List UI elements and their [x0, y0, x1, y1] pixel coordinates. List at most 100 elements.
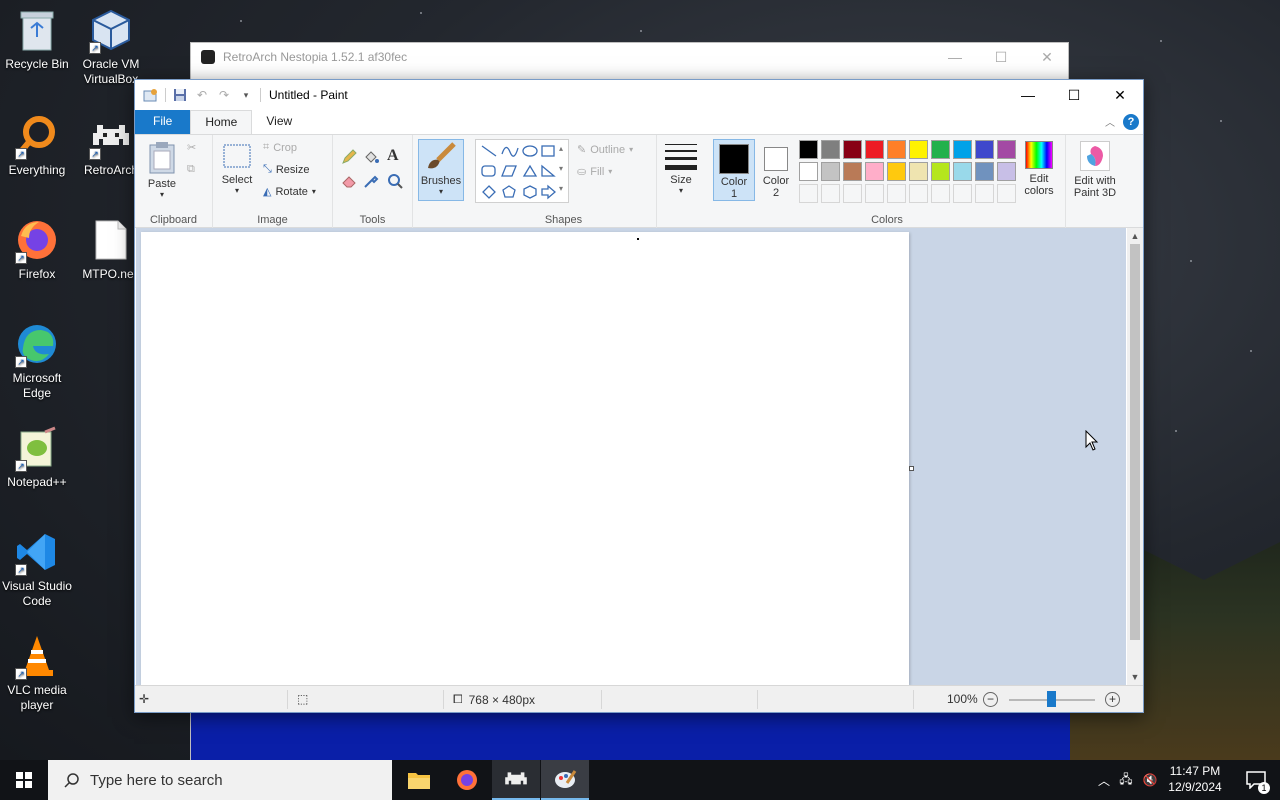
pencil-icon[interactable]	[341, 149, 357, 165]
palette-swatch[interactable]	[909, 140, 928, 159]
paint-minimize-button[interactable]: —	[1005, 80, 1051, 110]
desktop-icon-recycle-bin[interactable]: Recycle Bin	[0, 6, 74, 72]
paste-button[interactable]: Paste ▾	[145, 141, 179, 199]
palette-swatch[interactable]	[931, 162, 950, 181]
retroarch-minimize-button[interactable]: —	[932, 43, 978, 71]
network-icon[interactable]: 🖧	[1114, 770, 1138, 791]
volume-muted-icon[interactable]: 🔇	[1138, 773, 1162, 787]
palette-swatch[interactable]	[821, 184, 840, 203]
collapse-ribbon-icon[interactable]: ︿	[1105, 114, 1115, 129]
desktop-icon-vscode[interactable]: ↗ Visual Studio Code	[0, 528, 74, 609]
palette-swatch[interactable]	[865, 162, 884, 181]
paint-window[interactable]: ↶ ↷ ▾ Untitled - Paint — ☐ ✕ File Home V…	[134, 79, 1144, 713]
taskbar-search-box[interactable]: Type here to search	[48, 760, 392, 800]
palette-swatch[interactable]	[931, 184, 950, 203]
palette-swatch[interactable]	[865, 184, 884, 203]
zoom-in-icon[interactable]: +	[1105, 692, 1120, 707]
start-button[interactable]	[0, 760, 48, 800]
tab-view[interactable]: View	[252, 110, 306, 134]
notification-center-button[interactable]: 1	[1232, 760, 1280, 800]
shapes-gallery[interactable]	[475, 139, 569, 203]
cut-icon[interactable]: ✂	[187, 141, 196, 154]
vertical-scrollbar[interactable]: ▲ ▼	[1127, 228, 1143, 685]
paint-titlebar[interactable]: ↶ ↷ ▾ Untitled - Paint — ☐ ✕	[135, 80, 1143, 110]
zoom-slider-thumb[interactable]	[1047, 691, 1056, 707]
paste-dropdown-icon[interactable]: ▾	[145, 190, 179, 199]
desktop-icon-edge[interactable]: ↗ Microsoft Edge	[0, 320, 74, 401]
palette-swatch[interactable]	[887, 162, 906, 181]
size-dropdown-icon[interactable]: ▾	[661, 186, 701, 195]
size-button[interactable]: Size ▾	[661, 141, 701, 195]
select-button[interactable]: Select ▾	[221, 143, 253, 195]
help-icon[interactable]: ?	[1123, 114, 1139, 130]
retroarch-game-display[interactable]	[191, 713, 1070, 761]
retroarch-close-button[interactable]: ✕	[1024, 43, 1070, 71]
paint-close-button[interactable]: ✕	[1097, 80, 1143, 110]
crop-button[interactable]: ⌗ Crop	[263, 141, 297, 154]
palette-swatch[interactable]	[865, 140, 884, 159]
vertical-scrollbar-thumb[interactable]	[1130, 244, 1140, 640]
retroarch-maximize-button[interactable]: ☐	[978, 43, 1024, 71]
taskbar-paint[interactable]	[541, 760, 589, 800]
taskbar-firefox[interactable]	[443, 760, 491, 800]
edit-with-paint3d-button[interactable]: Edit with Paint 3D	[1069, 141, 1121, 199]
palette-swatch[interactable]	[821, 162, 840, 181]
palette-swatch[interactable]	[887, 184, 906, 203]
customize-qat-icon[interactable]: ▾	[238, 87, 254, 103]
redo-icon[interactable]: ↷	[216, 87, 232, 103]
taskbar-retroarch[interactable]	[492, 760, 540, 800]
palette-swatch[interactable]	[843, 184, 862, 203]
palette-swatch[interactable]	[887, 140, 906, 159]
palette-swatch[interactable]	[975, 140, 994, 159]
outline-button[interactable]: ✎ Outline ▾	[577, 143, 633, 157]
desktop-icon-vlc[interactable]: ↗ VLC media player	[0, 632, 74, 713]
palette-swatch[interactable]	[843, 140, 862, 159]
palette-swatch[interactable]	[821, 140, 840, 159]
tab-file[interactable]: File	[135, 110, 191, 134]
canvas-resize-handle-right[interactable]	[909, 466, 914, 471]
palette-swatch[interactable]	[799, 140, 818, 159]
palette-swatch[interactable]	[997, 140, 1016, 159]
palette-swatch[interactable]	[997, 162, 1016, 181]
resize-button[interactable]: ⤡ Resize	[263, 163, 309, 176]
desktop-icon-notepadpp[interactable]: ↗ Notepad++	[0, 424, 74, 490]
canvas-workspace[interactable]	[136, 228, 1126, 685]
shapes-scroll-icon[interactable]: ▴ ▾ ▾	[559, 139, 563, 199]
desktop-icon-virtualbox[interactable]: ↗ Oracle VM VirtualBox	[74, 6, 148, 87]
undo-icon[interactable]: ↶	[194, 87, 210, 103]
show-hidden-icons-icon[interactable]: ︿	[1094, 772, 1114, 789]
desktop-icon-firefox[interactable]: ↗ Firefox	[0, 216, 74, 282]
color-picker-icon[interactable]	[363, 173, 379, 189]
edit-colors-button[interactable]: Edit colors	[1019, 141, 1059, 197]
palette-swatch[interactable]	[953, 184, 972, 203]
taskbar-file-explorer[interactable]	[395, 760, 443, 800]
paint-maximize-button[interactable]: ☐	[1051, 80, 1097, 110]
palette-swatch[interactable]	[975, 162, 994, 181]
palette-swatch[interactable]	[799, 184, 818, 203]
palette-swatch[interactable]	[843, 162, 862, 181]
fill-button[interactable]: ⛀ Fill ▾	[577, 165, 612, 179]
brushes-button[interactable]: Brushes ▾	[418, 139, 464, 201]
drawing-canvas[interactable]	[141, 232, 909, 685]
copy-icon[interactable]: ⧉	[187, 163, 195, 176]
taskbar-clock[interactable]: 11:47 PM 12/9/2024	[1162, 763, 1228, 795]
zoom-out-icon[interactable]: −	[983, 692, 998, 707]
palette-swatch[interactable]	[997, 184, 1016, 203]
select-dropdown-icon[interactable]: ▾	[221, 186, 253, 195]
text-tool-icon[interactable]: A	[387, 147, 399, 165]
magnifier-icon[interactable]	[387, 173, 403, 189]
eraser-icon[interactable]	[341, 173, 357, 189]
palette-swatch[interactable]	[975, 184, 994, 203]
palette-swatch[interactable]	[909, 184, 928, 203]
brushes-dropdown-icon[interactable]: ▾	[419, 187, 463, 196]
palette-swatch[interactable]	[909, 162, 928, 181]
desktop-icon-everything[interactable]: ↗ Everything	[0, 112, 74, 178]
scroll-down-icon[interactable]: ▼	[1127, 669, 1143, 685]
palette-swatch[interactable]	[931, 140, 950, 159]
rotate-button[interactable]: ◭ Rotate ▾	[263, 185, 316, 199]
save-icon[interactable]	[172, 87, 188, 103]
fill-bucket-icon[interactable]	[363, 149, 379, 165]
palette-swatch[interactable]	[953, 162, 972, 181]
palette-swatch[interactable]	[953, 140, 972, 159]
scroll-up-icon[interactable]: ▲	[1127, 228, 1143, 244]
